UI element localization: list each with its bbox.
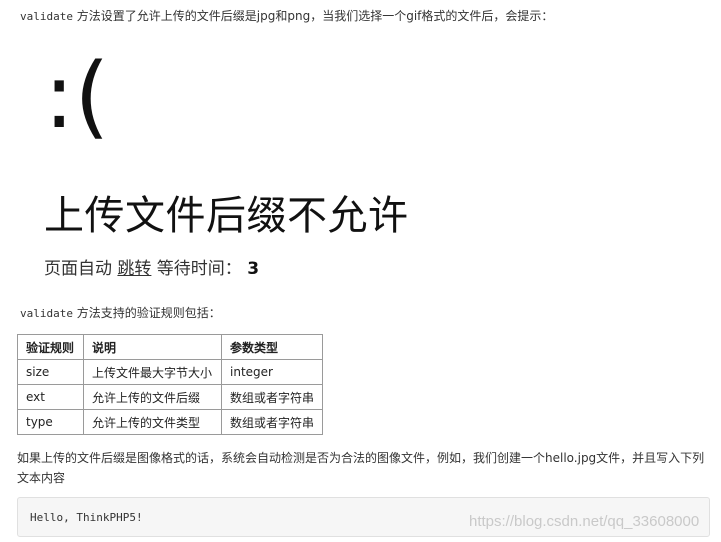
header-rule: 验证规则 [17,334,84,360]
table-cell: ext [17,384,84,410]
watermark: https://blog.csdn.net/qq_33608000 [469,513,700,530]
redirect-line: 页面自动 跳转 等待时间： 3 [44,254,259,279]
wait-seconds: 3 [247,259,260,279]
intro-text: 方法设置了允许上传的文件后缀是jpg和png，当我们选择一个gif格式的文件后，… [72,9,554,23]
header-description: 说明 [83,334,222,360]
table-cell: 允许上传的文件类型 [83,409,222,435]
table-cell: 允许上传的文件后缀 [83,384,222,410]
error-title: 上传文件后缀不允许 [44,193,409,239]
redirect-prefix: 页面自动 [44,259,118,279]
table-header-row: 验证规则 说明 参数类型 [17,334,323,360]
rules-intro: validate 方法支持的验证规则包括： [20,304,221,321]
redirect-suffix: 等待时间： [151,259,248,279]
table-row: type 允许上传的文件类型 数组或者字符串 [17,409,323,435]
table-cell: size [17,359,84,385]
paragraph: 如果上传的文件后缀是图像格式的话，系统会自动检测是否为合法的图像文件，例如，我们… [17,451,705,485]
redirect-link[interactable]: 跳转 [117,259,151,279]
table-cell: 上传文件最大字节大小 [83,359,222,385]
intro-code: validate [20,10,73,23]
rules-intro-code: validate [20,307,73,320]
intro-line: validate 方法设置了允许上传的文件后缀是jpg和png，当我们选择一个g… [20,7,553,24]
rules-intro-text: 方法支持的验证规则包括： [72,306,221,320]
code-line: Hello, ThinkPHP5! [30,511,143,524]
table-row: ext 允许上传的文件后缀 数组或者字符串 [17,384,323,410]
table-cell: integer [221,359,323,385]
table-cell: 数组或者字符串 [221,409,323,435]
rules-table: 验证规则 说明 参数类型 size 上传文件最大字节大小 integer ext… [17,334,323,435]
table-cell: 数组或者字符串 [221,384,323,410]
sad-face-icon: :( [44,44,110,149]
header-param-type: 参数类型 [221,334,323,360]
table-row: size 上传文件最大字节大小 integer [17,359,323,385]
table-cell: type [17,409,84,435]
